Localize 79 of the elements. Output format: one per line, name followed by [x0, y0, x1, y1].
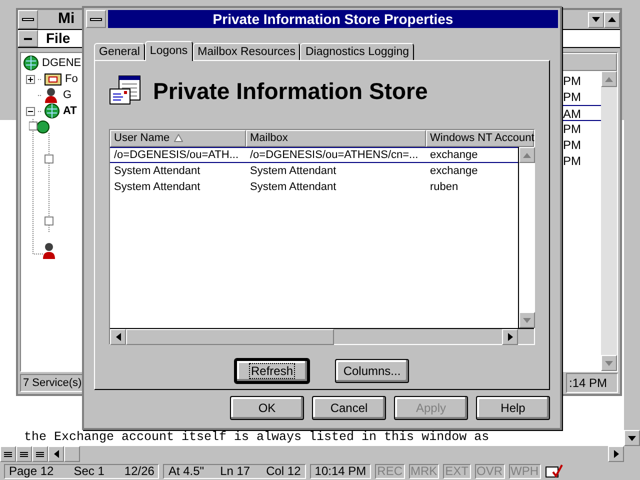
tab[interactable]: Mailbox Resources [192, 43, 300, 60]
list-cell-text: exchange [429, 148, 479, 163]
maximize-button[interactable] [604, 12, 620, 28]
globe-icon [44, 103, 60, 119]
scroll-thumb[interactable] [64, 446, 80, 462]
minimize-button[interactable] [588, 12, 604, 28]
list-cell-text: ruben [429, 180, 460, 195]
status-indicator: MRK [408, 464, 440, 478]
status-time: :14 PM [566, 373, 618, 393]
window-title: Mi [58, 9, 75, 30]
up-triangle-icon [608, 17, 616, 22]
time-cell[interactable]: PM [561, 121, 601, 137]
status-indicator: WPH [508, 464, 541, 478]
tree-item[interactable]: DGENE [42, 54, 82, 72]
page-view-icon[interactable] [16, 446, 32, 462]
right-triangle-icon [614, 450, 618, 458]
globe-icon [23, 55, 39, 71]
status-field: Page 12 [9, 462, 54, 480]
status-field: Ln 17 [220, 462, 250, 480]
outline-view-icon[interactable] [32, 446, 48, 462]
tab[interactable]: General [94, 43, 145, 60]
list-cell-text: System Attendant [113, 180, 202, 195]
down-triangle-icon [592, 17, 600, 22]
status-field: Col 12 [266, 462, 301, 480]
list-cell-text: System Attendant [249, 164, 338, 179]
down-triangle-icon [523, 318, 531, 322]
down-triangle-icon [628, 436, 636, 440]
envelope-calendar-icon [109, 75, 141, 107]
tree-item[interactable]: G [63, 86, 72, 104]
tree-item[interactable]: Fo [65, 70, 78, 88]
status-clock: 10:14 PM [310, 464, 372, 478]
sort-ascending-icon [174, 134, 183, 142]
status-field: 12/26 [124, 462, 154, 480]
left-triangle-icon [54, 450, 58, 458]
up-triangle-icon [605, 76, 613, 82]
list-row[interactable]: System Attendant System Attendant ruben [110, 179, 518, 195]
list-cell-text: /o=DGENESIS/ou=ATH... [113, 148, 240, 163]
status-field: Sec 1 [74, 462, 104, 480]
normal-view-icon[interactable] [0, 446, 16, 462]
time-cell[interactable]: PM [561, 153, 601, 169]
status-indicator: EXT [443, 464, 471, 478]
dialog-button[interactable]: Refresh [235, 359, 309, 383]
column-header[interactable]: User Name [110, 130, 246, 147]
up-triangle-icon [523, 152, 531, 158]
dialog-heading: Private Information Store [153, 76, 428, 106]
system-menu-box[interactable] [86, 10, 106, 28]
dialog-button[interactable]: OK [230, 396, 304, 420]
document-text: the Exchange account itself is always listed in this window as [24, 430, 490, 444]
collapse-box[interactable] [26, 106, 35, 116]
tab[interactable]: Logons [144, 41, 193, 61]
column-header[interactable]: Windows NT Account [426, 130, 534, 147]
tree-item[interactable]: AT [63, 102, 77, 120]
list-cell-text: System Attendant [249, 180, 338, 195]
dialog-button[interactable]: Cancel [312, 396, 386, 420]
list-cell-text: exchange [429, 164, 479, 179]
expand-box[interactable] [26, 74, 35, 84]
left-triangle-icon [116, 333, 120, 341]
status-indicator: REC [375, 464, 404, 478]
dialog-title-bar: Private Information Store Properties [108, 10, 558, 28]
status-indicator: OVR [474, 464, 505, 478]
tab[interactable]: Diagnostics Logging [300, 43, 414, 60]
menu-item[interactable]: File [46, 28, 70, 49]
person-icon [44, 87, 60, 103]
system-menu-box[interactable] [18, 10, 38, 29]
down-triangle-icon [605, 360, 613, 366]
right-triangle-icon [508, 333, 512, 341]
list-row[interactable]: /o=DGENESIS/ou=ATH... /o=DGENESIS/ou=ATHENS/cn=... exchange [110, 147, 518, 163]
scroll-thumb[interactable] [126, 329, 334, 345]
status-field: At 4.5" [168, 462, 204, 480]
list-cell-text: /o=DGENESIS/ou=ATHENS/cn=... [249, 148, 420, 163]
column-header[interactable]: Mailbox [246, 130, 426, 147]
list-row[interactable]: System Attendant System Attendant exchange [110, 163, 518, 179]
dialog-button[interactable]: Columns... [335, 359, 409, 383]
time-cell[interactable]: PM [561, 89, 601, 105]
card-folder-icon [44, 72, 62, 86]
time-cell[interactable]: PM [561, 137, 601, 153]
dialog-button[interactable]: Help [476, 396, 550, 420]
time-cell[interactable]: PM [561, 73, 601, 89]
list-cell-text: System Attendant [113, 164, 202, 179]
